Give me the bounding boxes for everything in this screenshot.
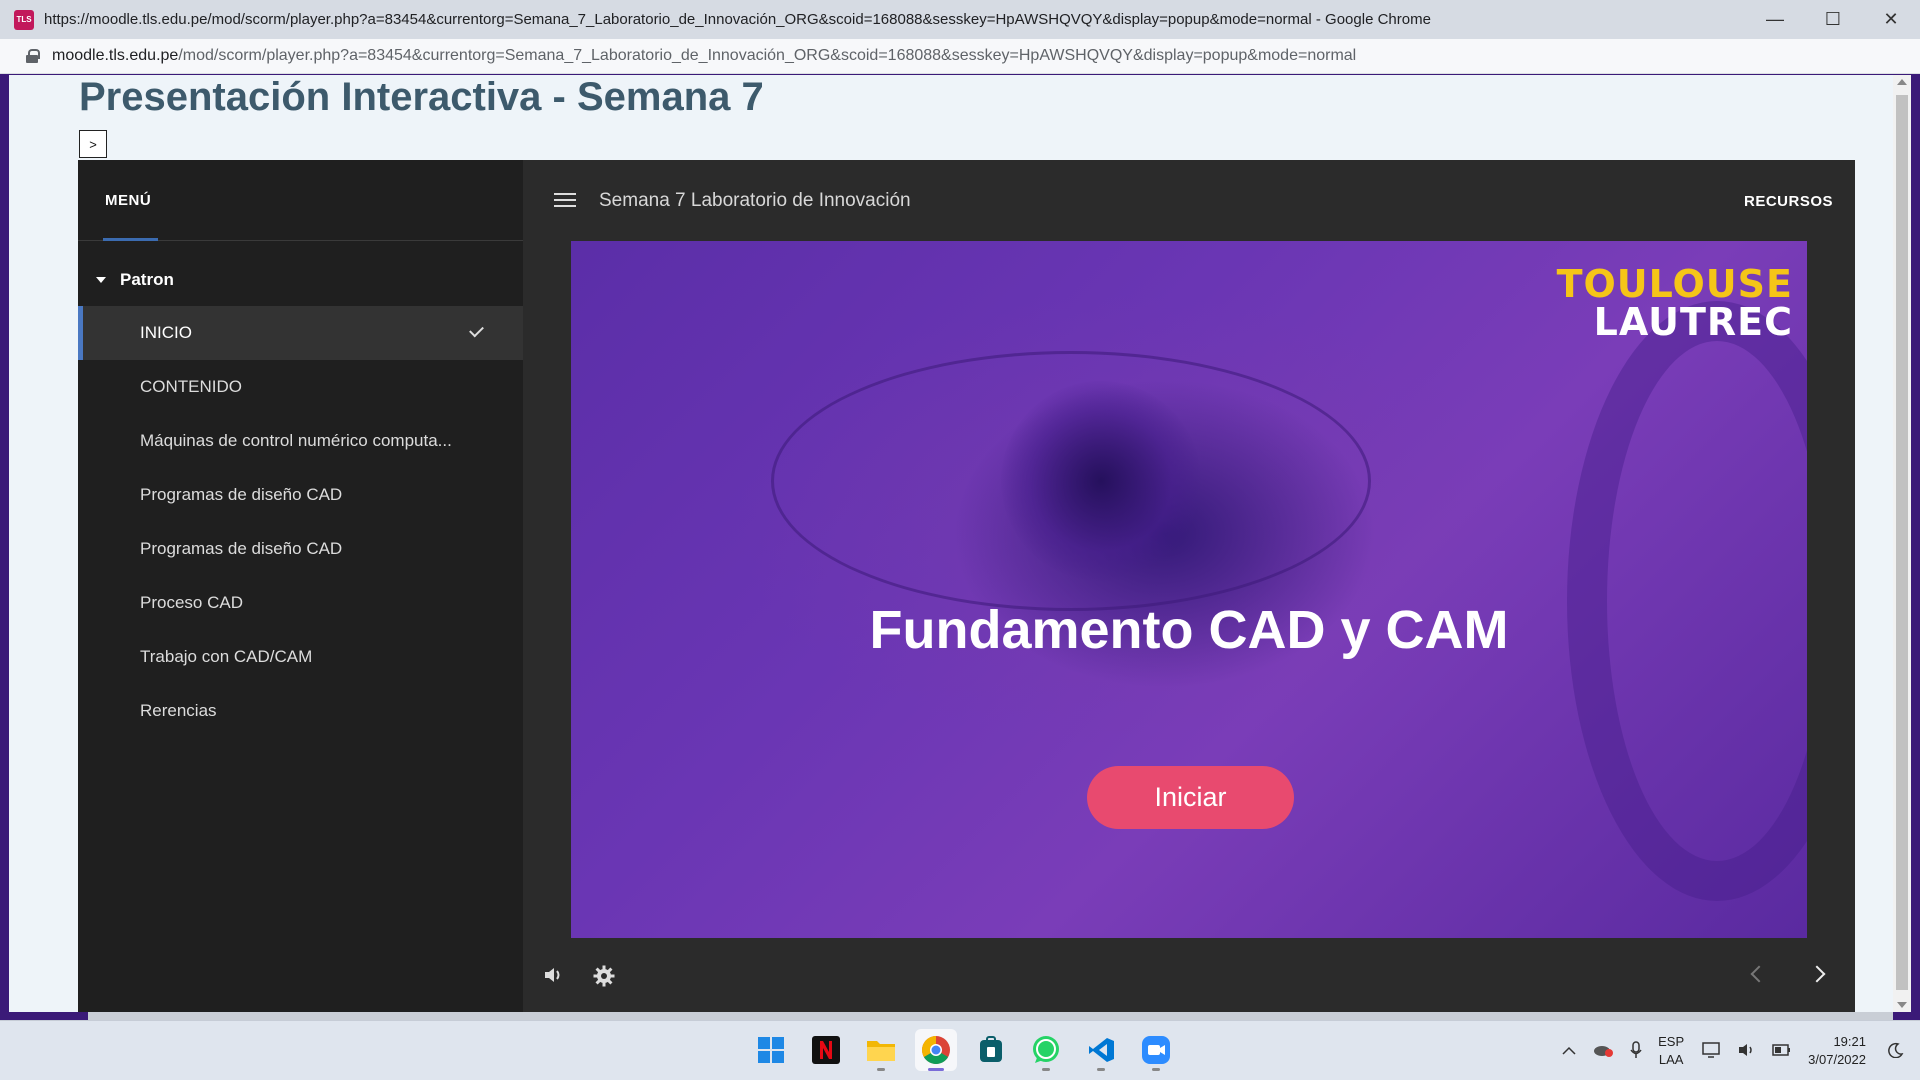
next-slide-icon[interactable] [1808, 965, 1826, 983]
sidebar-item-contenido[interactable]: CONTENIDO [78, 360, 523, 414]
minimize-button[interactable]: — [1746, 0, 1804, 39]
tab-menu-underline [103, 238, 158, 241]
system-tray: ESP LAA 19:21 3/07/2022 [1562, 1021, 1920, 1080]
url-text[interactable]: moodle.tls.edu.pe/mod/scorm/player.php?a… [52, 47, 1356, 65]
app-store-icon[interactable] [970, 1029, 1012, 1071]
whatsapp-icon[interactable] [1025, 1029, 1067, 1071]
sidebar-item-rerencias[interactable]: Rerencias [78, 684, 523, 738]
window-title: https://moodle.tls.edu.pe/mod/scorm/play… [44, 11, 1431, 28]
slide-canvas: TOULOUSE LAUTREC Fundamento CAD y CAM In… [571, 241, 1807, 938]
network-icon[interactable] [1702, 1041, 1722, 1061]
address-bar[interactable]: moodle.tls.edu.pe/mod/scorm/player.php?a… [0, 39, 1920, 74]
sidebar-item-label: Programas de diseño CAD [140, 485, 343, 504]
taskbar-apps [750, 1029, 1177, 1071]
focus-assist-icon[interactable] [1888, 1042, 1904, 1061]
sidebar-item-label: Trabajo con CAD/CAM [140, 647, 313, 666]
sidebar-item-trabajo-cad-cam[interactable]: Trabajo con CAD/CAM [78, 630, 523, 684]
sidebar-item-label: CONTENIDO [140, 377, 242, 396]
file-explorer-icon[interactable] [860, 1029, 902, 1071]
tab-menu[interactable]: MENÚ [105, 192, 151, 209]
scroll-down-icon[interactable] [1897, 1002, 1907, 1008]
page-bottom-strip [88, 1012, 1893, 1020]
sidebar-item-label: INICIO [140, 323, 192, 342]
course-title: Semana 7 Laboratorio de Innovación [599, 190, 911, 211]
volume-icon[interactable] [543, 965, 565, 985]
page-title: Presentación Interactiva - Semana 7 [79, 75, 764, 119]
toulouse-lautrec-logo: TOULOUSE LAUTREC [1557, 265, 1793, 341]
sidebar-item-programas-cad-1[interactable]: Programas de diseño CAD [78, 468, 523, 522]
scroll-thumb[interactable] [1896, 95, 1908, 990]
url-path: /mod/scorm/player.php?a=83454&currentorg… [178, 47, 1357, 64]
input-language[interactable]: ESP LAA [1658, 1033, 1684, 1069]
zoom-icon[interactable] [1135, 1029, 1177, 1071]
site-favicon-icon: TLS [14, 9, 34, 30]
taskbar: ESP LAA 19:21 3/07/2022 [0, 1020, 1920, 1080]
logo-line-2: LAUTREC [1593, 300, 1793, 344]
hamburger-menu-icon[interactable] [554, 193, 576, 209]
logo-line-1: TOULOUSE [1556, 262, 1793, 306]
sidebar-nav-list: INICIO CONTENIDO Máquinas de control num… [78, 306, 523, 738]
resources-button[interactable]: RECURSOS [1744, 193, 1833, 210]
vscode-icon[interactable] [1080, 1029, 1122, 1071]
language-code: ESP [1658, 1034, 1685, 1049]
sidebar: MENÚ Patron INICIO CONTENIDO Máquinas de… [78, 160, 523, 1012]
sidebar-group-label: Patron [120, 270, 174, 289]
maximize-button[interactable]: ☐ [1804, 0, 1862, 39]
keyboard-layout: LAA [1658, 1052, 1684, 1067]
clock[interactable]: 19:21 3/07/2022 [1808, 1033, 1866, 1069]
sidebar-item-label: Proceso CAD [140, 593, 243, 612]
speaker-icon[interactable] [1738, 1042, 1756, 1061]
start-button[interactable]: Iniciar [1087, 766, 1294, 829]
slide-heading: Fundamento CAD y CAM [869, 600, 1509, 660]
netflix-icon[interactable] [805, 1029, 847, 1071]
running-indicator [928, 1068, 944, 1071]
caret-down-icon [96, 277, 106, 283]
sidebar-group-patron[interactable]: Patron [78, 262, 523, 298]
previous-slide-icon[interactable] [1750, 965, 1768, 983]
scorm-player: MENÚ Patron INICIO CONTENIDO Máquinas de… [78, 160, 1855, 1012]
sidebar-item-label: Rerencias [140, 701, 217, 720]
menu-header: MENÚ [78, 160, 523, 241]
slide-background-iris [1001, 381, 1201, 581]
sidebar-item-label: Máquinas de control numérico computa... [140, 431, 452, 450]
microphone-icon[interactable] [1630, 1040, 1642, 1062]
sidebar-item-inicio[interactable]: INICIO [78, 306, 523, 360]
clock-date: 3/07/2022 [1808, 1052, 1866, 1067]
close-button[interactable]: ✕ [1862, 0, 1920, 39]
player-controls [523, 938, 1855, 1012]
lock-icon[interactable] [26, 49, 40, 63]
sidebar-item-label: Programas de diseño CAD [140, 539, 343, 558]
player-topbar: Semana 7 Laboratorio de Innovación RECUR… [523, 160, 1855, 241]
running-indicator [1042, 1068, 1050, 1071]
check-icon [469, 322, 484, 338]
running-indicator [1097, 1068, 1105, 1071]
window-titlebar: TLS https://moodle.tls.edu.pe/mod/scorm/… [0, 0, 1920, 39]
toggle-toc-button[interactable]: > [79, 130, 107, 158]
running-indicator [1152, 1068, 1160, 1071]
sidebar-item-maquinas-cnc[interactable]: Máquinas de control numérico computa... [78, 414, 523, 468]
page-scrollbar[interactable] [1893, 75, 1911, 1012]
windows-start-icon[interactable] [750, 1029, 792, 1071]
sidebar-item-programas-cad-2[interactable]: Programas de diseño CAD [78, 522, 523, 576]
running-indicator [877, 1068, 885, 1071]
scroll-up-icon[interactable] [1897, 79, 1907, 85]
sidebar-item-proceso-cad[interactable]: Proceso CAD [78, 576, 523, 630]
window-controls: — ☐ ✕ [1746, 0, 1920, 39]
battery-icon[interactable] [1772, 1043, 1792, 1060]
onedrive-error-icon[interactable] [1592, 1042, 1614, 1061]
show-hidden-icons-icon[interactable] [1562, 1043, 1576, 1059]
gear-icon[interactable] [593, 965, 615, 987]
clock-time: 19:21 [1833, 1034, 1866, 1049]
url-host: moodle.tls.edu.pe [52, 47, 179, 64]
chrome-icon[interactable] [915, 1029, 957, 1071]
